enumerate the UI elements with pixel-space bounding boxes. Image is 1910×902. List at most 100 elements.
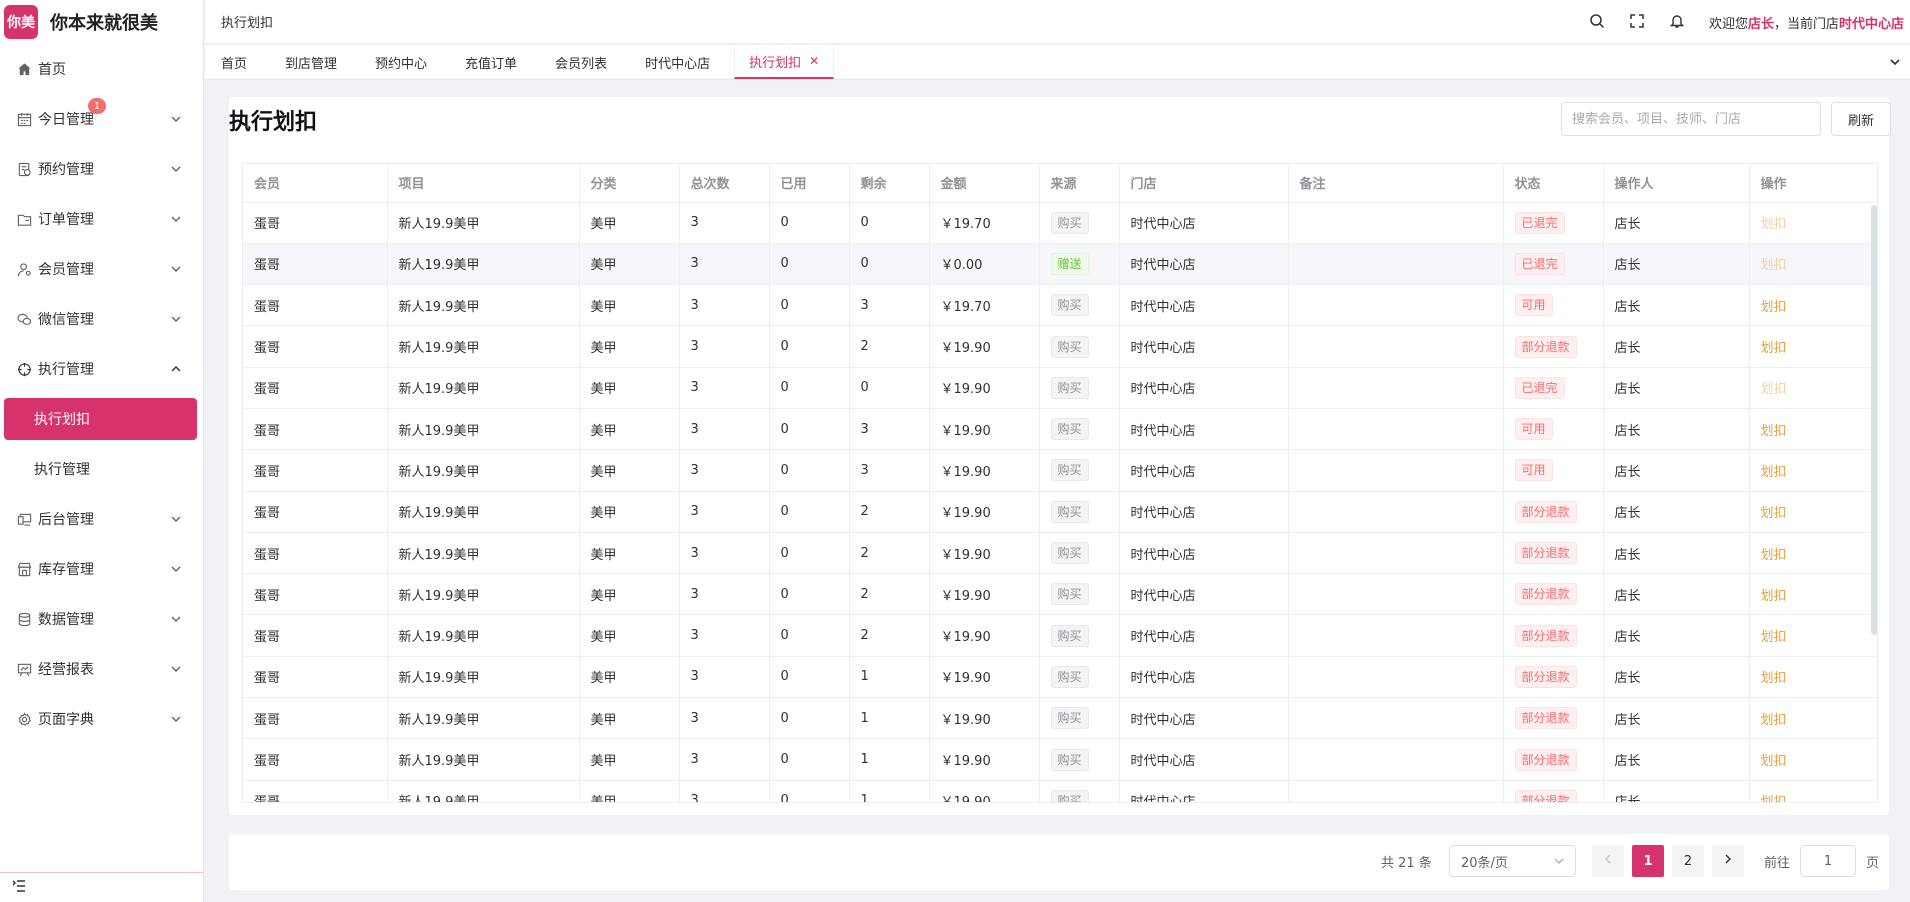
table-row: 蛋哥 新人19.9美甲 美甲 3 0 3 ￥19.90 购买 时代中心店 可用 店长 划扣 <box>243 449 1877 492</box>
cell-store: 时代中心店 <box>1119 573 1289 616</box>
cell-total: 3 <box>679 573 770 616</box>
deduct-button[interactable]: 划扣 <box>1761 341 1787 356</box>
chevron-down-icon <box>1553 855 1565 867</box>
cell-amount: ￥19.90 <box>929 780 1040 802</box>
cell-source: 购买 <box>1039 532 1120 575</box>
current-user: 店长 <box>1747 16 1774 32</box>
cell-item: 新人19.9美甲 <box>387 491 580 533</box>
cell-store: 时代中心店 <box>1119 243 1289 286</box>
logo[interactable]: 你美 你本来就很美 <box>0 0 203 44</box>
tab-member-list[interactable]: 会员列表 <box>541 45 621 79</box>
cell-item: 新人19.9美甲 <box>387 614 580 657</box>
search-icon[interactable] <box>1589 13 1607 31</box>
deduct-button[interactable]: 划扣 <box>1761 630 1787 645</box>
cell-action: 划扣 <box>1749 614 1877 657</box>
deduct-button[interactable]: 划扣 <box>1761 754 1787 769</box>
tab-booking-center[interactable]: 预约中心 <box>361 45 441 79</box>
cell-remain: 1 <box>849 656 930 699</box>
fullscreen-icon[interactable] <box>1629 13 1647 31</box>
cell-category: 美甲 <box>579 697 680 740</box>
sidebar-item-execution[interactable]: 执行管理 <box>0 344 203 394</box>
cell-member: 蛋哥 <box>243 573 388 616</box>
deduct-button[interactable]: 划扣 <box>1761 713 1787 728</box>
sidebar-item-wechat[interactable]: 微信管理 <box>0 294 203 344</box>
deduct-button[interactable]: 划扣 <box>1761 589 1787 604</box>
cell-store: 时代中心店 <box>1119 532 1289 575</box>
cell-remain: 2 <box>849 325 930 368</box>
cell-item: 新人19.9美甲 <box>387 697 580 740</box>
sidebar-item-label: 微信管理 <box>38 312 94 328</box>
deduct-button[interactable]: 划扣 <box>1761 671 1787 686</box>
cell-source: 购买 <box>1039 780 1120 802</box>
deduct-button[interactable]: 划扣 <box>1761 424 1787 439</box>
status-badge: 可用 <box>1514 418 1553 441</box>
deduct-button[interactable]: 划扣 <box>1761 795 1787 802</box>
cell-note <box>1288 656 1504 699</box>
sidebar-item-booking[interactable]: 预约管理 <box>0 144 203 194</box>
cell-remain: 0 <box>849 367 930 409</box>
cell-store: 时代中心店 <box>1119 738 1289 781</box>
status-badge: 部分退款 <box>1514 748 1577 771</box>
page-button-1[interactable]: 1 <box>1632 845 1664 877</box>
cell-action: 划扣 <box>1749 491 1877 533</box>
sidebar-item-members[interactable]: 会员管理 <box>0 244 203 294</box>
cell-remain: 1 <box>849 738 930 781</box>
tab-recharge-orders[interactable]: 充值订单 <box>451 45 531 79</box>
cell-used: 0 <box>769 243 850 286</box>
sidebar-item-label: 首页 <box>38 62 66 78</box>
sidebar-item-dictionary[interactable]: 页面字典 <box>0 694 203 744</box>
cell-category: 美甲 <box>579 491 680 533</box>
cell-item: 新人19.9美甲 <box>387 573 580 616</box>
column-header: 已用 <box>769 164 850 203</box>
tab-home[interactable]: 首页 <box>207 45 261 79</box>
sidebar-item-inventory[interactable]: 库存管理 <box>0 544 203 594</box>
deduct-button[interactable]: 划扣 <box>1761 258 1787 273</box>
cell-member: 蛋哥 <box>243 656 388 699</box>
cell-note <box>1288 491 1504 533</box>
deduct-button[interactable]: 划扣 <box>1761 217 1787 232</box>
sidebar-item-reports[interactable]: 经营报表 <box>0 644 203 694</box>
sidebar-item-today[interactable]: 今日管理 1 <box>0 94 203 144</box>
sidebar-subitem-execute-deduct[interactable]: 执行划扣 <box>4 398 197 440</box>
cell-total: 3 <box>679 491 770 533</box>
deduct-button[interactable]: 划扣 <box>1761 465 1787 480</box>
page-button-2[interactable]: 2 <box>1672 845 1704 877</box>
breadcrumb[interactable]: 执行划扣 <box>221 12 273 31</box>
prev-page-button[interactable] <box>1592 845 1624 877</box>
refresh-button[interactable]: 刷新 <box>1831 102 1891 136</box>
bell-icon[interactable] <box>1669 13 1687 31</box>
deduct-button[interactable]: 划扣 <box>1761 548 1787 563</box>
status-badge: 可用 <box>1514 294 1553 317</box>
sidebar-item-orders[interactable]: 订单管理 <box>0 194 203 244</box>
deduct-button[interactable]: 划扣 <box>1761 382 1787 397</box>
sidebar-item-home[interactable]: 首页 <box>0 44 203 94</box>
deduct-button[interactable]: 划扣 <box>1761 300 1787 315</box>
cell-used: 0 <box>769 697 850 740</box>
table-scrollbar[interactable] <box>1871 205 1877 635</box>
goto-page-input[interactable] <box>1800 845 1856 877</box>
tab-arrival[interactable]: 到店管理 <box>271 45 351 79</box>
close-icon[interactable]: ✕ <box>809 54 819 68</box>
cell-note <box>1288 449 1504 492</box>
cell-action: 划扣 <box>1749 449 1877 492</box>
tab-label: 执行划扣 <box>749 55 802 71</box>
cell-amount: ￥0.00 <box>929 243 1040 286</box>
search-input[interactable] <box>1561 102 1821 136</box>
cell-member: 蛋哥 <box>243 284 388 327</box>
cell-amount: ￥19.70 <box>929 202 1040 244</box>
cell-status: 已退完 <box>1503 367 1604 409</box>
chevron-down-icon[interactable] <box>1888 55 1902 69</box>
page-size-select[interactable]: 20条/页 <box>1449 845 1576 877</box>
tab-execute-deduct[interactable]: 执行划扣 ✕ <box>734 45 835 79</box>
menu-fold-button[interactable] <box>0 872 204 902</box>
sidebar-item-data[interactable]: 数据管理 <box>0 594 203 644</box>
sidebar-subitem-execute-manage[interactable]: 执行管理 <box>0 444 203 494</box>
column-header: 操作 <box>1749 164 1877 203</box>
status-badge: 部分退款 <box>1514 583 1577 606</box>
sidebar-item-label: 预约管理 <box>38 162 94 178</box>
sidebar-item-backend[interactable]: 后台管理 <box>0 494 203 544</box>
deduct-button[interactable]: 划扣 <box>1761 506 1787 521</box>
cell-remain: 2 <box>849 532 930 575</box>
tab-store[interactable]: 时代中心店 <box>631 45 724 79</box>
next-page-button[interactable] <box>1712 845 1744 877</box>
